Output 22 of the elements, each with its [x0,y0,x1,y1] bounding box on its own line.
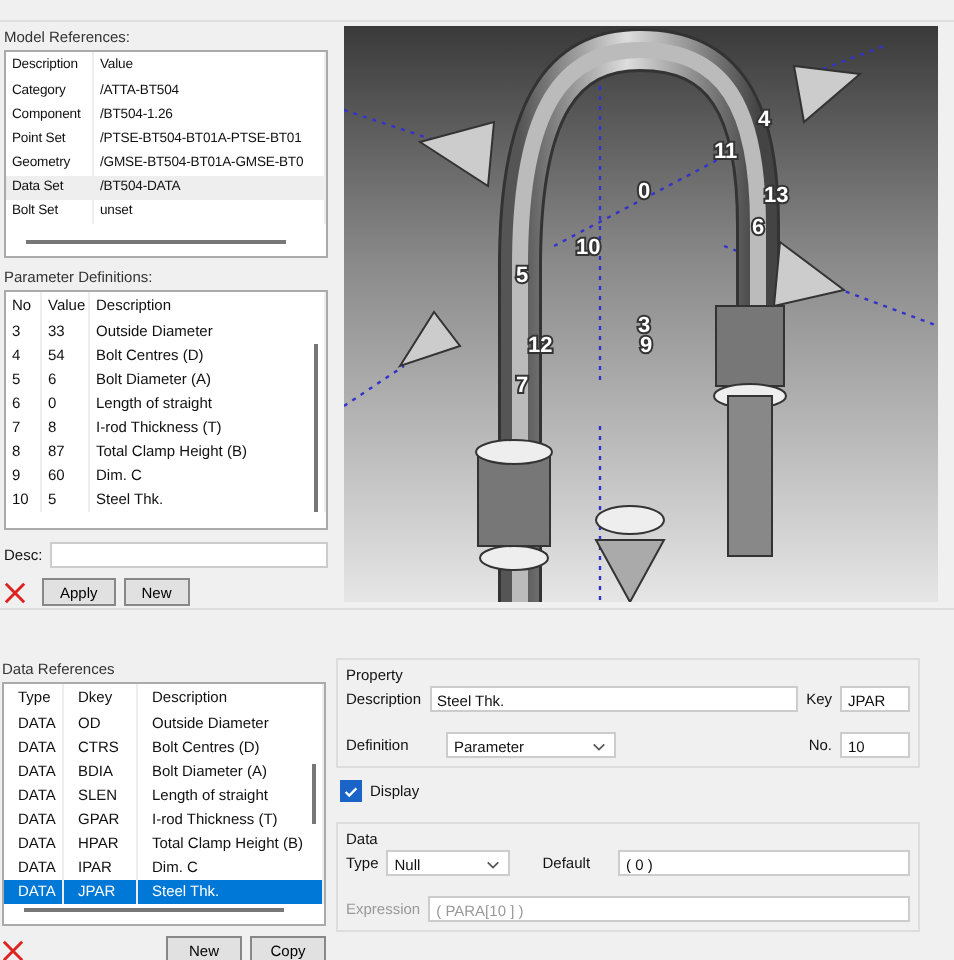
scrollbar[interactable] [314,344,318,512]
dimension-label: 10 [576,236,601,260]
delete-icon[interactable] [2,939,24,960]
dimension-label: 0 [638,180,651,204]
dimension-label: 5 [516,264,529,288]
dimension-label: 11 [714,140,738,164]
desc-field[interactable] [50,542,328,568]
dimension-label: 12 [528,334,553,358]
dimension-label: 13 [764,184,789,208]
caret-icon [486,860,501,870]
scrollbar[interactable] [26,240,286,244]
delete-icon[interactable] [4,581,26,603]
caret-icon [592,742,606,752]
3d-viewport[interactable]: 4 11 0 13 6 10 5 3 12 9 7 [344,26,938,602]
dimension-label: 3 [638,314,651,338]
dimension-label: 6 [752,216,765,240]
dimension-label: 9 [640,334,653,358]
scrollbar[interactable] [312,764,316,824]
dimension-label: 4 [758,108,771,132]
scrollbar[interactable] [24,908,284,912]
display-checkbox[interactable] [340,780,362,802]
dimension-label: 7 [516,374,529,398]
